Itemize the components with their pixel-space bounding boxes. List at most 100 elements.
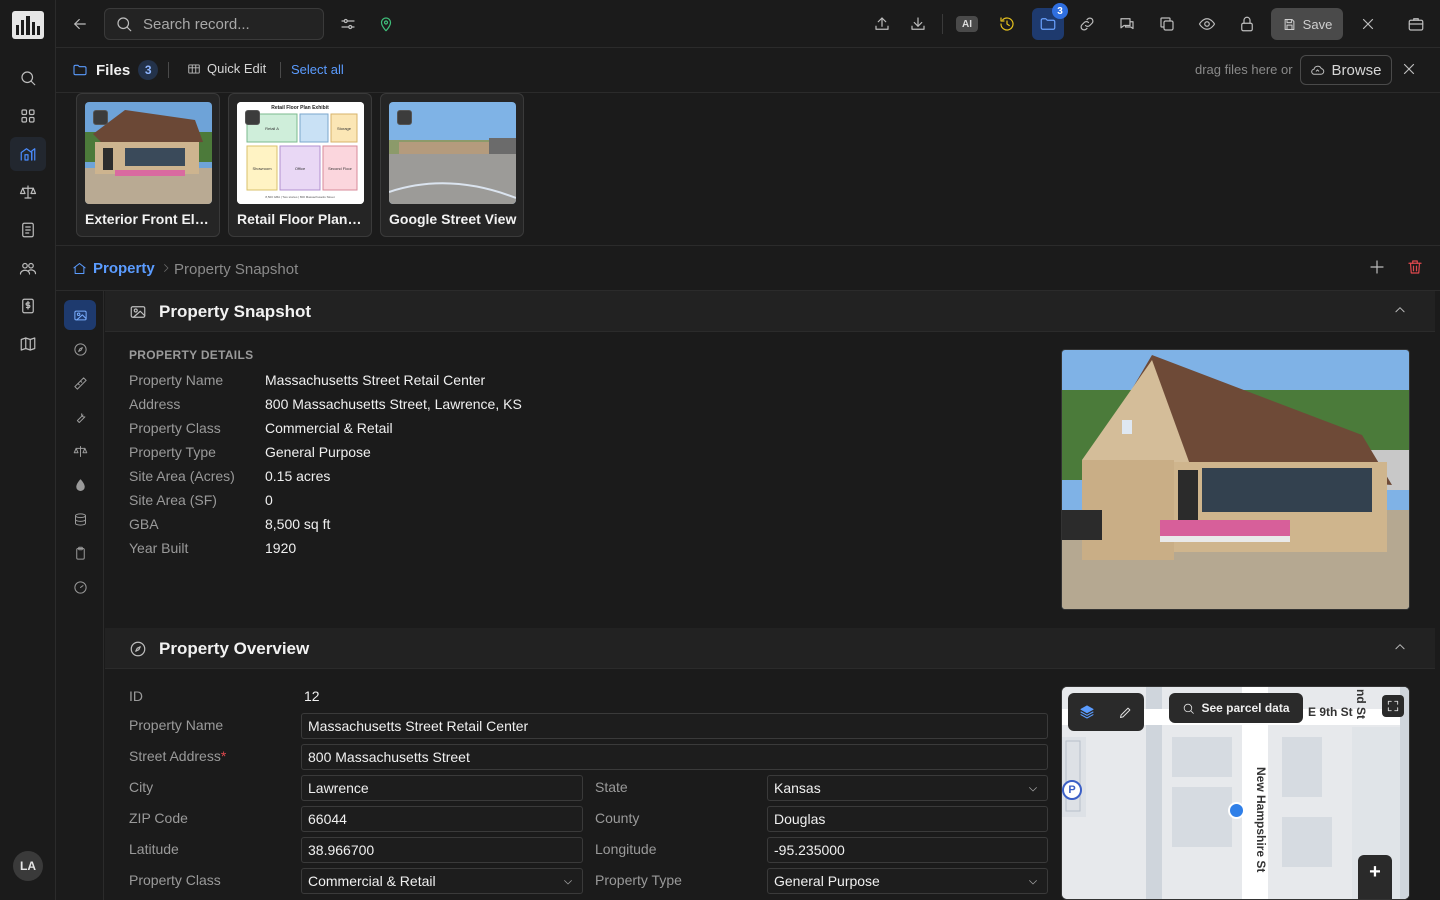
layers-icon[interactable]	[1079, 704, 1095, 720]
property-class-label: Property Class	[129, 872, 221, 888]
search-placeholder: Search record...	[143, 15, 250, 33]
property-map[interactable]: See parcel data E 9th St nd St New Hamps…	[1061, 686, 1410, 900]
section-nav	[56, 291, 104, 900]
property-icon[interactable]	[10, 137, 46, 171]
compass-icon[interactable]	[64, 334, 96, 364]
quick-edit-button[interactable]: Quick Edit	[187, 61, 266, 76]
briefcase-icon[interactable]	[1401, 9, 1431, 39]
scale-icon[interactable]	[10, 175, 46, 209]
search-icon	[1182, 702, 1195, 715]
finance-icon[interactable]	[10, 289, 46, 323]
eye-icon[interactable]	[1192, 9, 1222, 39]
city-label: City	[129, 779, 154, 795]
location-pin-icon[interactable]	[371, 9, 401, 39]
map-icon[interactable]	[10, 327, 46, 361]
chevron-down-icon	[562, 876, 574, 888]
county-field[interactable]: Douglas	[767, 806, 1048, 832]
people-icon[interactable]	[10, 251, 46, 285]
ruler-icon[interactable]	[64, 368, 96, 398]
state-select[interactable]: Kansas	[767, 775, 1048, 801]
save-icon	[1282, 17, 1297, 32]
chevron-right-icon	[160, 262, 172, 274]
files-count-badge: 3	[1052, 3, 1068, 19]
id-value: 12	[304, 688, 320, 704]
apps-icon[interactable]	[10, 99, 46, 133]
city-field[interactable]: Lawrence	[301, 775, 583, 801]
history-icon[interactable]	[992, 9, 1022, 39]
file-checkbox[interactable]	[93, 110, 108, 125]
top-bar: Search record... AI 3 Save	[56, 0, 1440, 48]
detail-value: 0.15 acres	[265, 468, 331, 484]
property-location-marker[interactable]	[1228, 802, 1245, 819]
image-icon[interactable]	[64, 300, 96, 330]
app-logo[interactable]	[12, 11, 44, 39]
divider	[168, 62, 169, 78]
property-name-field[interactable]: Massachusetts Street Retail Center	[301, 713, 1048, 739]
property-details-label: PROPERTY DETAILS	[129, 348, 254, 362]
pencil-icon[interactable]	[1118, 705, 1133, 720]
zip-field[interactable]: 66044	[301, 806, 583, 832]
notes-icon[interactable]	[10, 213, 46, 247]
save-button[interactable]: Save	[1271, 8, 1343, 40]
chevron-up-icon[interactable]	[1393, 303, 1407, 317]
longitude-field[interactable]: -95.235000	[767, 837, 1048, 863]
filter-sliders-icon[interactable]	[333, 9, 363, 39]
breadcrumb-home-link[interactable]: Property	[72, 260, 155, 277]
detail-value: 800 Massachusetts Street, Lawrence, KS	[265, 396, 522, 412]
snapshot-section-header[interactable]: Property Snapshot	[105, 291, 1435, 332]
file-checkbox[interactable]	[245, 110, 260, 125]
comments-icon[interactable]	[1112, 9, 1142, 39]
file-card[interactable]: Exterior Front Elevation	[76, 93, 220, 237]
close-icon[interactable]	[1353, 9, 1383, 39]
parking-marker[interactable]: P	[1062, 780, 1082, 800]
street-label: nd St	[1354, 689, 1368, 719]
map-toolbar	[1068, 693, 1144, 731]
detail-key: Site Area (SF)	[129, 492, 217, 508]
clipboard-icon[interactable]	[64, 538, 96, 568]
floor-plan-room: Storage	[337, 126, 352, 131]
back-arrow-icon[interactable]	[65, 9, 95, 39]
upload-icon[interactable]	[867, 9, 897, 39]
add-icon[interactable]	[1368, 258, 1386, 276]
file-card[interactable]: Google Street View	[380, 93, 524, 237]
wrench-icon[interactable]	[64, 402, 96, 432]
detail-key: Property Class	[129, 420, 221, 436]
avatar[interactable]: LA	[13, 851, 43, 881]
ai-button[interactable]: AI	[956, 16, 978, 32]
street-address-label-text: Street Address	[129, 748, 221, 764]
street-address-field[interactable]: 800 Massachusetts Street	[301, 744, 1048, 770]
delete-icon[interactable]	[1406, 258, 1424, 276]
table-icon	[187, 62, 201, 76]
floor-plan-room: Showroom	[252, 166, 272, 171]
duplicate-icon[interactable]	[1152, 9, 1182, 39]
database-icon[interactable]	[64, 504, 96, 534]
see-parcel-data-button[interactable]: See parcel data	[1169, 693, 1303, 723]
file-checkbox[interactable]	[397, 110, 412, 125]
link-icon[interactable]	[1072, 9, 1102, 39]
browse-button[interactable]: Browse	[1300, 55, 1392, 85]
property-class-value: Commercial & Retail	[308, 873, 436, 889]
property-class-select[interactable]: Commercial & Retail	[301, 868, 583, 894]
scale-icon[interactable]	[64, 436, 96, 466]
download-icon[interactable]	[903, 9, 933, 39]
gauge-icon[interactable]	[64, 572, 96, 602]
detail-value: General Purpose	[265, 444, 371, 460]
search-icon[interactable]	[10, 61, 46, 95]
search-input[interactable]: Search record...	[104, 8, 324, 40]
state-label: State	[595, 779, 628, 795]
property-type-select[interactable]: General Purpose	[767, 868, 1048, 894]
chevron-up-icon[interactable]	[1393, 640, 1407, 654]
lock-icon[interactable]	[1232, 9, 1262, 39]
select-all-link[interactable]: Select all	[291, 62, 344, 77]
overview-section-header[interactable]: Property Overview	[105, 628, 1435, 669]
file-card[interactable]: Retail Floor Plan Exhibit Retail A Stora…	[228, 93, 372, 237]
detail-key: Property Name	[129, 372, 224, 388]
zoom-in-button[interactable]: +	[1358, 855, 1392, 899]
main-content: Property Snapshot PROPERTY DETAILS Prope…	[105, 291, 1435, 900]
close-files-icon[interactable]	[1400, 60, 1418, 78]
fullscreen-icon[interactable]	[1382, 695, 1404, 717]
detail-value: Commercial & Retail	[265, 420, 393, 436]
property-photo[interactable]	[1061, 349, 1410, 610]
water-drop-icon[interactable]	[64, 470, 96, 500]
latitude-field[interactable]: 38.966700	[301, 837, 583, 863]
